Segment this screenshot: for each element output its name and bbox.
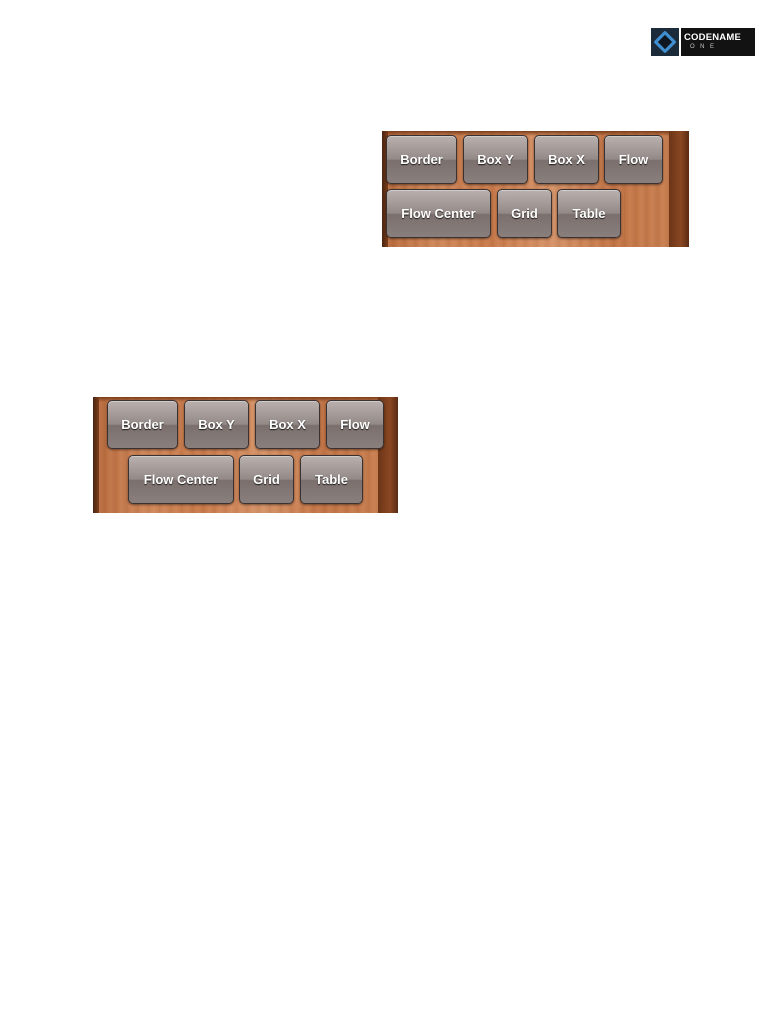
grid-button[interactable]: Grid xyxy=(497,189,552,238)
layout-demo-panel-left-aligned: Border Box Y Box X Flow Flow Center Grid… xyxy=(382,131,689,247)
flow-center-button[interactable]: Flow Center xyxy=(386,189,491,238)
logo-sub: ONE xyxy=(690,44,720,50)
box-y-button[interactable]: Box Y xyxy=(184,400,249,449)
box-x-button[interactable]: Box X xyxy=(534,135,599,184)
button-row: Flow Center Grid Table xyxy=(93,455,398,505)
logo-wordmark: CODENAME ONE xyxy=(681,28,755,56)
table-button[interactable]: Table xyxy=(557,189,621,238)
flow-center-button[interactable]: Flow Center xyxy=(128,455,234,504)
box-x-button[interactable]: Box X xyxy=(255,400,320,449)
flow-button[interactable]: Flow xyxy=(326,400,384,449)
border-button[interactable]: Border xyxy=(386,135,457,184)
flow-button[interactable]: Flow xyxy=(604,135,663,184)
codename-one-logo: CODENAME ONE xyxy=(651,28,755,56)
button-row: Flow Center Grid Table xyxy=(382,189,689,239)
table-button[interactable]: Table xyxy=(300,455,363,504)
button-row: Border Box Y Box X Flow xyxy=(382,135,689,185)
box-y-button[interactable]: Box Y xyxy=(463,135,528,184)
codename-one-logo-icon xyxy=(651,28,679,56)
border-button[interactable]: Border xyxy=(107,400,178,449)
button-row: Border Box Y Box X Flow xyxy=(93,400,398,450)
layout-demo-panel-centered: Border Box Y Box X Flow Flow Center Grid… xyxy=(93,397,398,513)
grid-button[interactable]: Grid xyxy=(239,455,294,504)
logo-name: CODENAME xyxy=(684,32,742,43)
